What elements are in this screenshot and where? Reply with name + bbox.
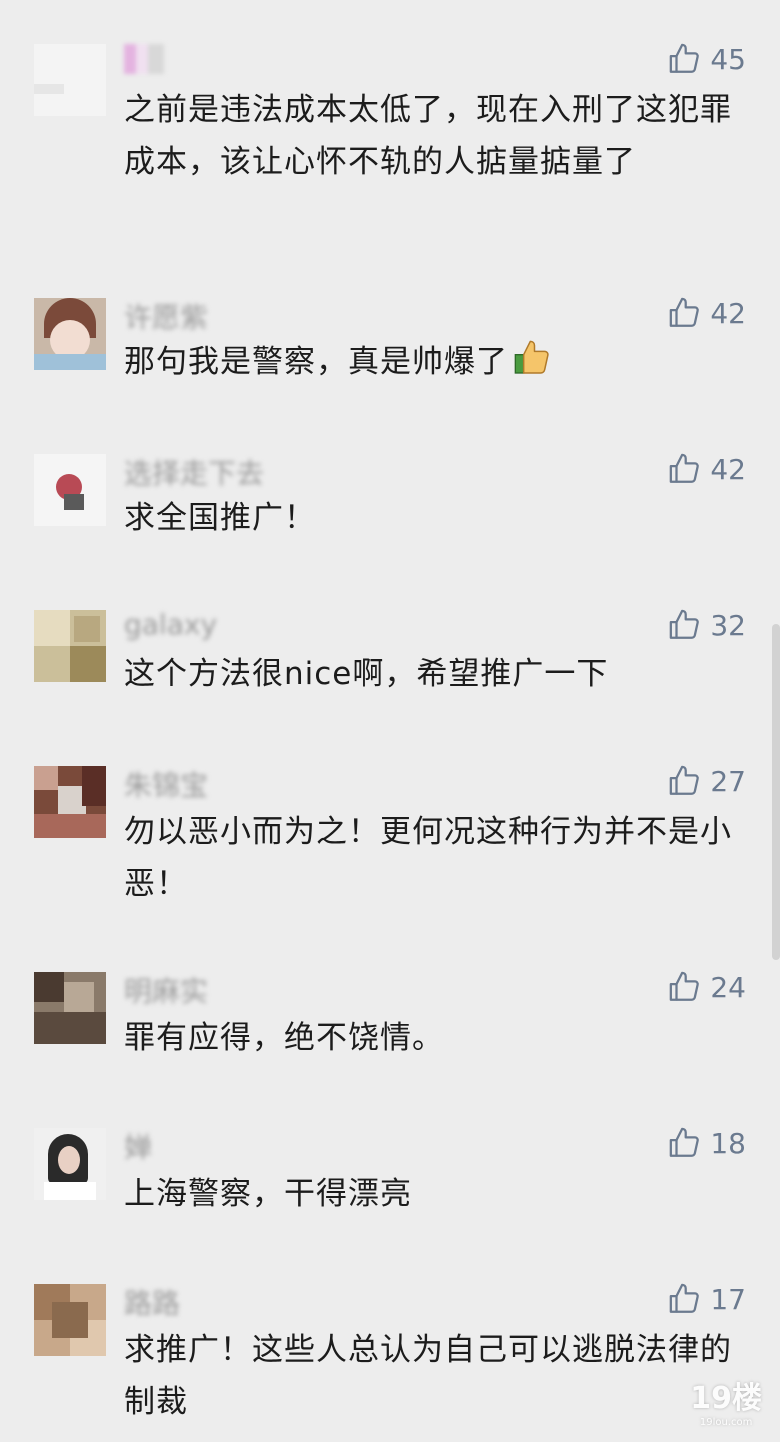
watermark-logo: 19楼 19lou.com — [690, 1373, 762, 1428]
comment-text: 求推广！这些人总认为自己可以逃脱法律的制裁 — [124, 1332, 732, 1420]
avatar[interactable] — [34, 766, 106, 838]
thumbs-up-icon — [670, 1283, 700, 1313]
comment-text: 那句我是警察，真是帅爆了 — [124, 336, 744, 394]
thumbs-up-icon — [670, 609, 700, 639]
like-count: 45 — [710, 42, 746, 76]
username[interactable]: 明麻实 — [124, 970, 208, 1010]
avatar[interactable] — [34, 972, 106, 1044]
like-button[interactable]: 27 — [668, 764, 746, 798]
avatar[interactable] — [34, 610, 106, 682]
comment-text: 之前是违法成本太低了，现在入刑了这犯罪成本，该让心怀不轨的人掂量掂量了 — [124, 92, 732, 180]
thumbs-up-emoji-icon — [512, 338, 552, 394]
comment-text: 这个方法很nice啊，希望推广一下 — [124, 656, 609, 692]
like-count: 24 — [710, 970, 746, 1004]
watermark-site: 19lou.com — [699, 1417, 753, 1428]
comment-text: 求全国推广！ — [124, 500, 316, 536]
username[interactable]: 许愿紫 — [124, 296, 208, 336]
comment-text: 勿以恶小而为之！更何况这种行为并不是小恶！ — [124, 814, 732, 902]
username[interactable]: 路路 — [124, 1282, 180, 1322]
like-count: 42 — [710, 452, 746, 486]
watermark-brand: 19楼 — [690, 1381, 762, 1416]
username[interactable]: 朱锦宝 — [124, 764, 208, 804]
avatar[interactable] — [34, 454, 106, 526]
avatar[interactable] — [34, 1284, 106, 1356]
thumbs-up-icon — [670, 297, 700, 327]
thumbs-up-icon — [670, 1127, 700, 1157]
username-redacted-mark — [124, 44, 164, 74]
avatar[interactable] — [34, 44, 106, 116]
like-count: 42 — [710, 296, 746, 330]
thumbs-up-icon — [670, 971, 700, 1001]
like-button[interactable]: 32 — [668, 608, 746, 642]
like-button[interactable]: 17 — [668, 1282, 746, 1316]
username[interactable]: 婵 — [124, 1126, 152, 1166]
like-count: 18 — [710, 1126, 746, 1160]
thumbs-up-icon — [670, 43, 700, 73]
like-button[interactable]: 42 — [668, 452, 746, 486]
like-button[interactable]: 18 — [668, 1126, 746, 1160]
like-button[interactable]: 45 — [668, 42, 746, 76]
comment-text: 罪有应得，绝不饶情。 — [124, 1020, 444, 1056]
like-button[interactable]: 24 — [668, 970, 746, 1004]
thumbs-up-icon — [670, 453, 700, 483]
username[interactable]: galaxy — [124, 608, 217, 641]
like-count: 17 — [710, 1282, 746, 1316]
username[interactable]: 选择走下去 — [124, 452, 264, 492]
scrollbar[interactable] — [772, 624, 780, 960]
like-count: 32 — [710, 608, 746, 642]
avatar[interactable] — [34, 1128, 106, 1200]
avatar[interactable] — [34, 298, 106, 370]
comment-text-content: 那句我是警察，真是帅爆了 — [124, 344, 508, 380]
like-count: 27 — [710, 764, 746, 798]
like-button[interactable]: 42 — [668, 296, 746, 330]
thumbs-up-icon — [670, 765, 700, 795]
comment-text: 上海警察，干得漂亮 — [124, 1176, 412, 1212]
